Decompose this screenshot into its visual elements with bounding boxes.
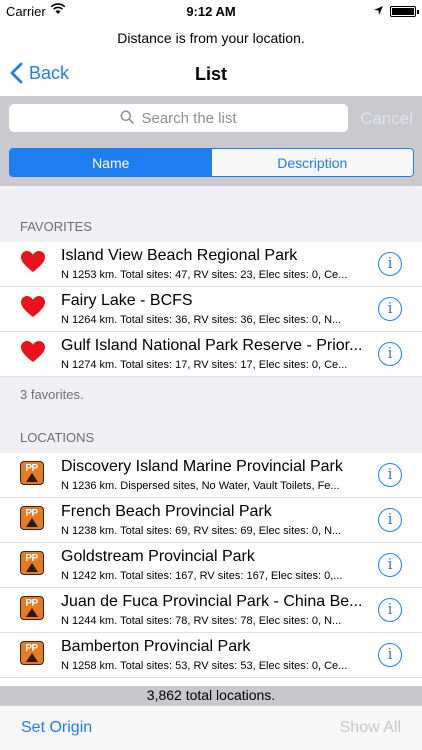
page-title: List — [194, 64, 227, 84]
sort-segmented-control: Name Description — [9, 148, 414, 177]
info-icon[interactable]: i — [378, 553, 402, 577]
info-icon[interactable]: i — [378, 342, 402, 366]
list-item-detail: N 1274 km. Total sites: 17, RV sites: 17… — [61, 359, 348, 371]
list-item-title: Fairy Lake - BCFS — [61, 292, 193, 309]
bottom-toolbar: Set Origin Show All — [0, 705, 422, 750]
list-item[interactable]: PP Goldstream Provincial Park N 1242 km.… — [0, 543, 422, 588]
info-icon[interactable]: i — [378, 508, 402, 532]
provincial-park-icon: PP — [20, 551, 46, 577]
list-item-detail: N 1264 km. Total sites: 36, RV sites: 36… — [61, 314, 342, 326]
provincial-park-icon: PP — [20, 506, 46, 532]
list-item-detail: N 1258 km. Total sites: 53, RV sites: 53… — [61, 660, 348, 672]
distance-prompt: Distance is from your location. — [117, 30, 305, 46]
info-icon[interactable]: i — [378, 297, 402, 321]
list-item[interactable]: Island View Beach Regional Park N 1253 k… — [0, 242, 422, 287]
locations-header-label: LOCATIONS — [20, 430, 95, 445]
list-item-title: Island View Beach Regional Park — [61, 247, 298, 264]
locations-header: LOCATIONS — [0, 415, 422, 453]
list-item-title: Bamberton Provincial Park — [61, 638, 251, 655]
info-icon[interactable]: i — [378, 643, 402, 667]
list-item-title: Goldstream Provincial Park — [61, 548, 255, 565]
segment-description[interactable]: Description — [211, 149, 413, 176]
search-input[interactable]: Search the list — [9, 104, 348, 132]
total-count-bar: 3,862 total locations. — [0, 686, 422, 705]
show-all-button[interactable]: Show All — [340, 719, 401, 737]
provincial-park-icon: PP — [20, 596, 46, 622]
list-item-detail: N 1236 km. Dispersed sites, No Water, Va… — [61, 480, 340, 492]
provincial-park-icon: PP — [20, 641, 46, 667]
info-icon[interactable]: i — [378, 463, 402, 487]
list-item-detail: N 1242 km. Total sites: 167, RV sites: 1… — [61, 570, 343, 582]
info-icon[interactable]: i — [378, 252, 402, 276]
list-item-title: Juan de Fuca Provincial Park - China Be.… — [61, 593, 363, 610]
search-bar: Search the list Cancel Name Description — [0, 96, 422, 186]
list-item[interactable]: Fairy Lake - BCFS N 1264 km. Total sites… — [0, 287, 422, 332]
clock-label: 9:12 AM — [186, 4, 236, 19]
battery-icon — [390, 6, 419, 17]
list-item[interactable]: PP French Beach Provincial Park N 1238 k… — [0, 498, 422, 543]
list-item-title: French Beach Provincial Park — [61, 503, 272, 520]
list-item[interactable]: PP Juan de Fuca Provincial Park - China … — [0, 588, 422, 633]
list-item-detail: N 1238 km. Total sites: 69, RV sites: 69… — [61, 525, 342, 537]
list-item[interactable]: Gulf Island National Park Reserve - Prio… — [0, 332, 422, 377]
navigation-bar: Back List — [0, 56, 422, 96]
list-item[interactable]: PP Discovery Island Marine Provincial Pa… — [0, 453, 422, 498]
heart-icon — [20, 250, 46, 276]
info-icon[interactable]: i — [378, 598, 402, 622]
set-origin-button[interactable]: Set Origin — [21, 719, 92, 737]
search-placeholder: Search the list — [141, 109, 237, 127]
favorites-footer: 3 favorites. — [0, 377, 422, 415]
list-item[interactable]: PP Bamberton Provincial Park N 1258 km. … — [0, 633, 422, 678]
favorites-header: FAVORITES — [0, 186, 422, 242]
segment-name[interactable]: Name — [10, 149, 212, 176]
favorites-header-label: FAVORITES — [20, 219, 92, 234]
provincial-park-icon: PP — [20, 461, 46, 487]
list-item-title: Discovery Island Marine Provincial Park — [61, 458, 343, 475]
heart-icon — [20, 340, 46, 366]
list-item-title: Gulf Island National Park Reserve - Prio… — [61, 337, 363, 354]
search-icon — [120, 110, 135, 127]
cancel-button[interactable]: Cancel — [360, 109, 413, 129]
list-item-detail: N 1244 km. Total sites: 78, RV sites: 78… — [61, 615, 342, 627]
heart-icon — [20, 295, 46, 321]
favorites-count: 3 favorites. — [20, 387, 84, 402]
status-bar: Carrier 9:12 AM — [0, 0, 422, 22]
list-item-detail: N 1253 km. Total sites: 47, RV sites: 23… — [61, 269, 348, 281]
location-arrow-icon — [373, 4, 384, 19]
